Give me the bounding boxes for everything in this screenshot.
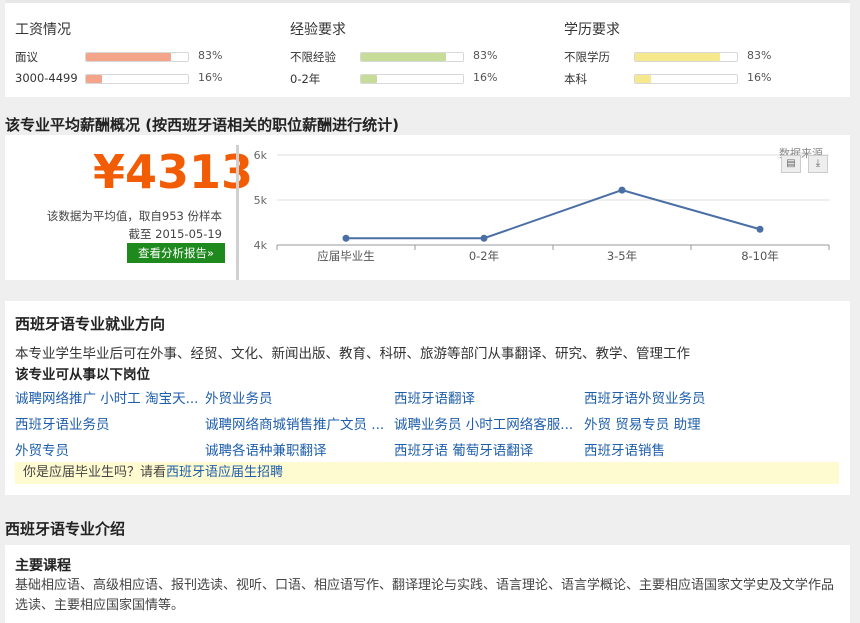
stat-label: 本科 <box>564 72 587 86</box>
job-link[interactable]: 西班牙语业务员 <box>15 413 110 433</box>
x-tick-label: 0-2年 <box>469 249 499 263</box>
x-tick-label: 8-10年 <box>741 249 779 263</box>
stat-percent: 83% <box>473 49 498 62</box>
view-report-button[interactable]: 查看分析报告» <box>127 243 225 263</box>
job-link[interactable]: 外贸 贸易专员 助理 <box>584 413 701 433</box>
stat-title: 工资情况 <box>15 22 71 38</box>
download-icon[interactable]: ⤓ <box>808 155 828 173</box>
stat-label: 0-2年 <box>290 72 321 86</box>
stats-panel: 工资情况 面议 83% 3000-4499 16% 经验要求 不限经验 83% … <box>5 0 850 97</box>
progress-fill <box>635 53 720 61</box>
data-point <box>342 234 350 242</box>
progress-bar <box>360 74 464 84</box>
salary-panel: ¥4313 该数据为平均值，取自953 份样本 截至 2015-05-19 查看… <box>5 135 850 280</box>
job-link[interactable]: 诚聘网络商城销售推广文员 ... <box>205 413 384 433</box>
graduate-notice: 你是应届毕业生吗？请看西班牙语应届生招聘 <box>15 462 839 484</box>
job-link[interactable]: 外贸业务员 <box>205 387 273 407</box>
x-tick-label: 应届毕业生 <box>317 249 375 263</box>
stat-title: 学历要求 <box>564 22 620 38</box>
job-link[interactable]: 西班牙语翻译 <box>394 387 475 407</box>
progress-bar <box>634 52 738 62</box>
salary-section-title: 该专业平均薪酬概况 (按西班牙语相关的职位薪酬进行统计) <box>5 116 399 134</box>
stat-label: 面议 <box>15 50 38 64</box>
print-icon[interactable]: ▤ <box>781 155 801 173</box>
stat-row: 不限经验 83% <box>290 47 540 69</box>
job-link[interactable]: 西班牙语 葡萄牙语翻译 <box>394 439 533 459</box>
courses-heading: 主要课程 <box>15 558 71 574</box>
stat-label: 3000-4499 <box>15 71 78 85</box>
notice-text: 你是应届毕业生吗？请看 <box>23 465 167 480</box>
stat-row: 0-2年 16% <box>290 69 540 91</box>
experience-stat: 经验要求 不限经验 83% 0-2年 16% <box>290 19 540 91</box>
sample-note: 该数据为平均值，取自953 份样本 <box>46 209 222 223</box>
career-title: 西班牙语专业就业方向 <box>15 315 166 333</box>
salary-stat: 工资情况 面议 83% 3000-4499 16% <box>15 19 265 91</box>
progress-bar <box>85 74 189 84</box>
stat-label: 不限学历 <box>564 50 610 64</box>
data-point <box>480 234 488 242</box>
stat-percent: 16% <box>198 71 223 84</box>
stat-row: 不限学历 83% <box>564 47 814 69</box>
job-link[interactable]: 诚聘业务员 小时工网络客服... <box>394 413 573 433</box>
job-link[interactable]: 西班牙语外贸业务员 <box>584 387 706 407</box>
job-link[interactable]: 诚聘网络推广 小时工 淘宝天... <box>15 387 198 407</box>
stat-percent: 83% <box>198 49 223 62</box>
intro-section-title: 西班牙语专业介绍 <box>5 520 126 538</box>
stat-row: 面议 83% <box>15 47 265 69</box>
graduate-jobs-link[interactable]: 西班牙语应届生招聘 <box>166 465 283 480</box>
progress-fill <box>361 53 446 61</box>
job-link[interactable]: 诚聘各语种兼职翻译 <box>205 439 327 459</box>
progress-bar <box>360 52 464 62</box>
progress-fill <box>361 75 378 83</box>
date-note: 截至 2015-05-19 <box>128 227 223 241</box>
career-description: 本专业学生毕业后可在外事、经贸、文化、新闻出版、教育、科研、旅游等部门从事翻译、… <box>15 346 690 362</box>
stat-label: 不限经验 <box>290 50 336 64</box>
intro-panel: 主要课程 基础相应语、高级相应语、报刊选读、视听、口语、相应语写作、翻译理论与实… <box>5 545 850 623</box>
career-panel: 西班牙语专业就业方向 本专业学生毕业后可在外事、经贸、文化、新闻出版、教育、科研… <box>5 301 850 495</box>
y-tick-label: 5k <box>254 194 268 207</box>
stat-percent: 83% <box>747 49 772 62</box>
progress-fill <box>86 75 103 83</box>
education-stat: 学历要求 不限学历 83% 本科 16% <box>564 19 814 91</box>
jobs-subtitle: 该专业可从事以下岗位 <box>15 367 150 383</box>
stat-row: 本科 16% <box>564 69 814 91</box>
y-tick-label: 6k <box>254 149 268 162</box>
average-salary: ¥4313 <box>93 145 254 199</box>
progress-fill <box>635 75 652 83</box>
stat-percent: 16% <box>747 71 772 84</box>
data-point <box>618 186 626 194</box>
progress-bar <box>85 52 189 62</box>
salary-chart: 4k 5k 6k 应届毕业生 0-2年 3-5年 8-10年 <box>254 149 830 263</box>
x-tick-label: 3-5年 <box>607 249 637 263</box>
stat-title: 经验要求 <box>290 22 346 38</box>
progress-fill <box>86 53 171 61</box>
stat-percent: 16% <box>473 71 498 84</box>
job-link[interactable]: 西班牙语销售 <box>584 439 665 459</box>
job-link[interactable]: 外贸专员 <box>15 439 69 459</box>
stat-row: 3000-4499 16% <box>15 69 265 91</box>
courses-text: 基础相应语、高级相应语、报刊选读、视听、口语、相应语写作、翻译理论与实践、语言理… <box>15 578 835 613</box>
y-tick-label: 4k <box>254 239 268 252</box>
series-line <box>346 189 761 240</box>
progress-bar <box>634 74 738 84</box>
data-point <box>756 225 764 233</box>
